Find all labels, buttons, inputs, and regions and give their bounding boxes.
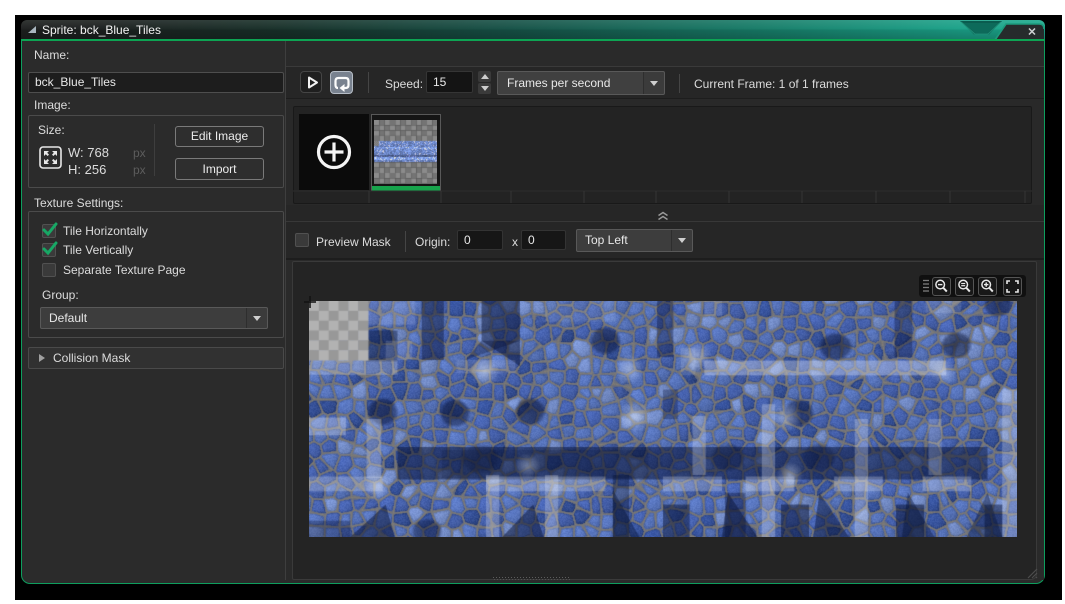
svg-text:✕: ✕: [1027, 27, 1036, 39]
